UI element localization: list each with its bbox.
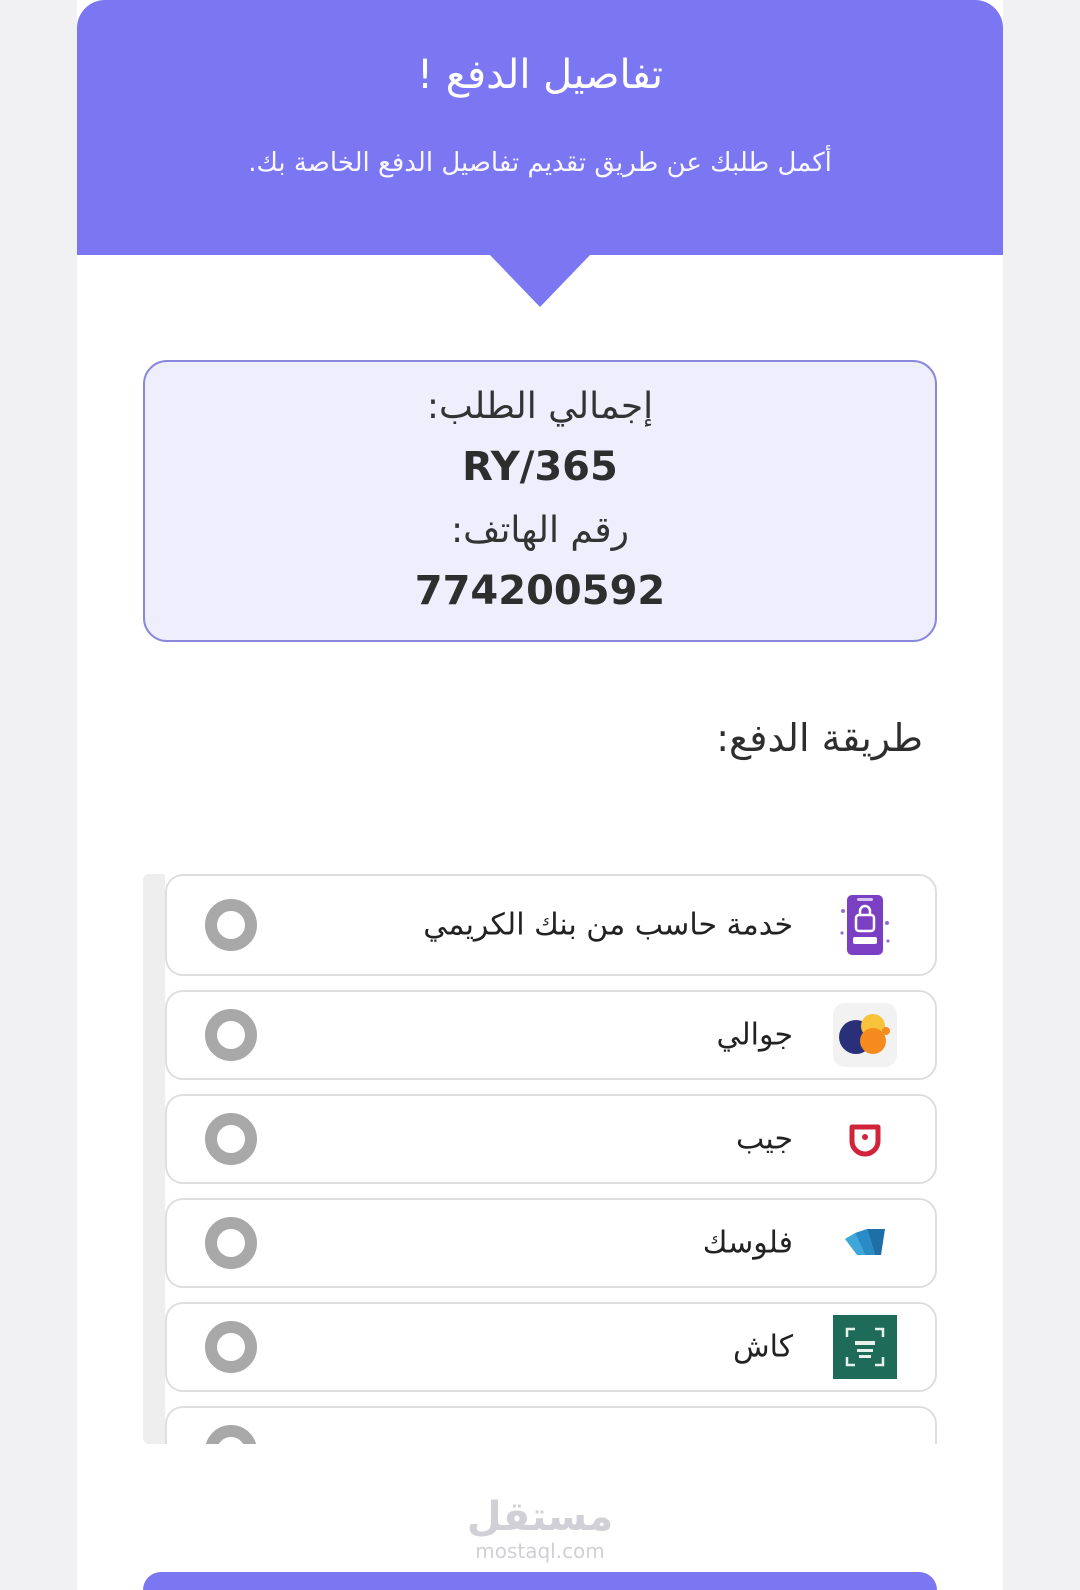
submit-button[interactable] [143,1572,937,1590]
radio-button[interactable] [205,899,257,951]
payment-option-cash[interactable]: كاش [165,1302,937,1392]
header-pointer [489,254,591,307]
jaib-pocket-icon [833,1107,897,1171]
page-title: تفاصيل الدفع ! [416,52,664,98]
phone-value: 774200592 [414,568,666,614]
watermark-latin: mostaql.com [475,1539,605,1563]
options-scrollbar[interactable] [143,874,165,1444]
hasib-phone-icon [833,893,897,957]
order-summary-box: إجمالي الطلب: RY/365 رقم الهاتف: 7742005… [143,360,937,642]
radio-button[interactable] [205,1217,257,1269]
payment-header: تفاصيل الدفع ! أكمل طلبك عن طريق تقديم ت… [77,0,1003,255]
order-total-label: إجمالي الطلب: [426,386,654,427]
radio-button[interactable] [205,1113,257,1165]
jawali-circles-icon [833,1003,897,1067]
payment-option-jaib[interactable]: جيب [165,1094,937,1184]
mostaql-watermark: مستقل mostaql.com [77,1494,1003,1562]
cash-qr-icon [833,1315,897,1379]
payment-option-label: خدمة حاسب من بنك الكريمي [423,907,793,943]
payment-option-floosak[interactable]: فلوسك [165,1198,937,1288]
payment-option-label: جيب [735,1121,793,1157]
payment-card: تفاصيل الدفع ! أكمل طلبك عن طريق تقديم ت… [77,0,1003,1590]
watermark-arabic: مستقل [466,1494,614,1540]
floosak-cards-icon [833,1211,897,1275]
phone-label: رقم الهاتف: [451,510,629,551]
payment-option-jawali[interactable]: جوالي [165,990,937,1080]
page-subtitle: أكمل طلبك عن طريق تقديم تفاصيل الدفع الخ… [248,148,832,178]
order-total-value: RY/365 [462,444,618,490]
payment-method-title: طريقة الدفع: [716,716,923,760]
payment-option-label: كاش [732,1329,793,1365]
radio-button[interactable] [205,1425,257,1444]
payment-option-partial[interactable] [165,1406,937,1444]
payment-option-label: جوالي [716,1017,793,1053]
payment-options-list[interactable]: خدمة حاسب من بنك الكريمي جوالي جيب فلوسك… [165,874,939,1444]
radio-button[interactable] [205,1009,257,1061]
radio-button[interactable] [205,1321,257,1373]
payment-option-hasib[interactable]: خدمة حاسب من بنك الكريمي [165,874,937,976]
payment-option-label: فلوسك [702,1225,793,1261]
